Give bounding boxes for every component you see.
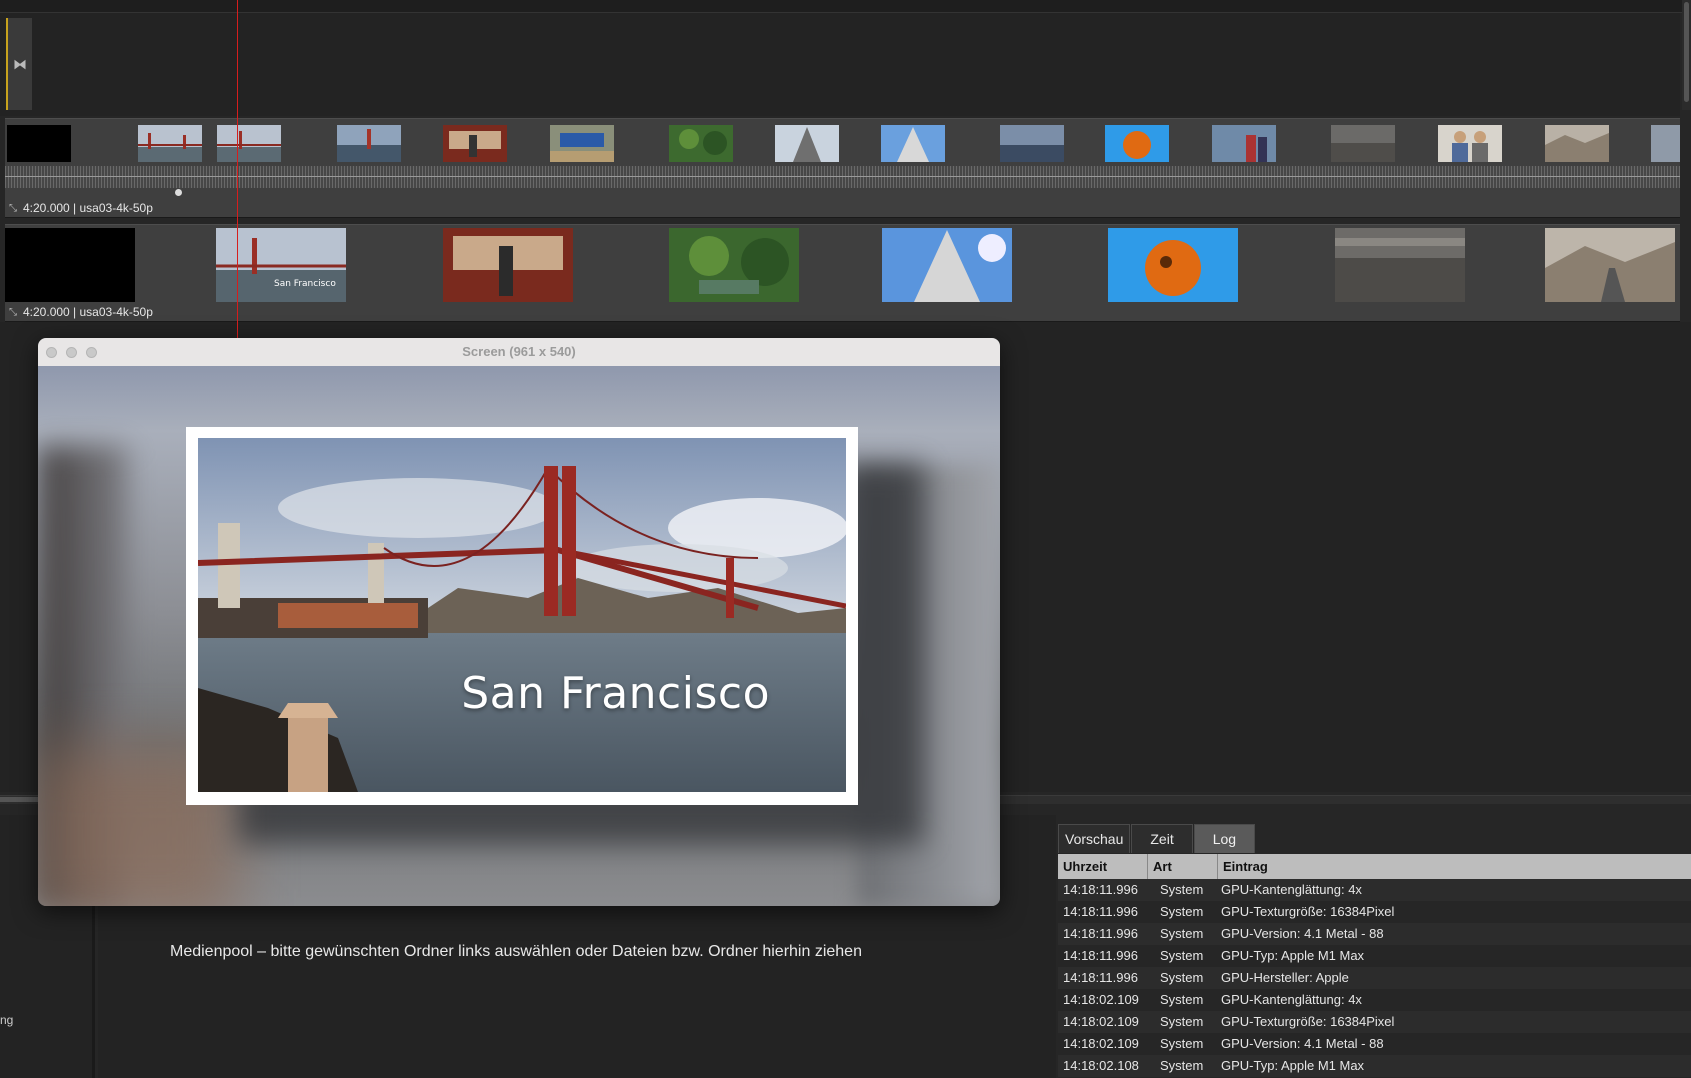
tab-time[interactable]: Zeit xyxy=(1131,824,1193,853)
volume-keyframe-handle[interactable] xyxy=(175,189,182,196)
upper-track-area xyxy=(0,13,1680,116)
window-title: Screen (961 x 540) xyxy=(462,344,576,359)
clip-thumbnail-couple[interactable] xyxy=(1438,125,1502,162)
clip-large-lion-art[interactable] xyxy=(1108,228,1238,302)
clip-thumbnail-lion-art[interactable] xyxy=(1105,125,1169,162)
waveform-center-line xyxy=(5,176,1680,177)
timeline-track-2[interactable]: San Francisco ⤡ 4:20.000 | usa03-4k-50p xyxy=(5,224,1680,322)
log-entry: GPU-Typ: Apple M1 Max xyxy=(1221,1058,1365,1073)
log-entry: GPU-Version: 4.1 Metal - 88 xyxy=(1221,926,1384,941)
clip-large-pyramid[interactable] xyxy=(882,228,1012,302)
log-type: System xyxy=(1160,1014,1204,1029)
log-type: System xyxy=(1160,1058,1204,1073)
timeline-track-1[interactable]: ⤡ 4:20.000 | usa03-4k-50p xyxy=(5,118,1680,218)
photo-title-overlay: San Francisco xyxy=(461,668,770,719)
log-table-body[interactable]: 14:18:11.996 System GPU-Kantenglättung: 4x… xyxy=(1058,879,1691,1077)
clip-thumbnail-rocks[interactable] xyxy=(1331,125,1395,162)
log-panel[interactable]: Vorschau Zeit Log Uhrzeit Art Eintrag 14… xyxy=(1058,822,1691,1078)
log-type: System xyxy=(1160,1036,1204,1051)
log-type: System xyxy=(1160,992,1204,1007)
log-time: 14:18:11.996 xyxy=(1063,904,1138,919)
log-row[interactable]: 14:18:11.996 System GPU-Version: 4.1 Metal… xyxy=(1058,923,1691,945)
clip-thumbnail-golden-gate-1[interactable] xyxy=(138,125,202,162)
clip-large-cable-car[interactable] xyxy=(443,228,573,302)
log-entry: GPU-Texturgröße: 16384Pixel xyxy=(1221,1014,1395,1029)
clip-large-golden-gate[interactable]: San Francisco xyxy=(216,228,346,302)
log-type: System xyxy=(1160,926,1204,941)
track-1-info: ⤡ 4:20.000 | usa03-4k-50p xyxy=(9,201,153,215)
clip-large-black[interactable] xyxy=(5,228,135,302)
golden-gate-photo: San Francisco xyxy=(198,438,846,792)
clip-thumbnail-pyramid-2[interactable] xyxy=(881,125,945,162)
tab-log[interactable]: Log xyxy=(1193,824,1256,853)
clip-large-garden[interactable] xyxy=(669,228,799,302)
log-entry: GPU-Texturgröße: 16384Pixel xyxy=(1221,904,1395,919)
log-time: 14:18:11.996 xyxy=(1063,970,1138,985)
top-toolbar-strip xyxy=(0,0,1691,13)
clip-thumbnail-partial[interactable] xyxy=(1651,125,1680,162)
log-row[interactable]: 14:18:02.109 System GPU-Texturgröße: 16384… xyxy=(1058,1011,1691,1033)
log-entry: GPU-Hersteller: Apple xyxy=(1221,970,1349,985)
log-row[interactable]: 14:18:02.108 System GPU-Typ: Apple M1 Max xyxy=(1058,1055,1691,1077)
clip-thumbnail-golden-gate-2[interactable] xyxy=(217,125,281,162)
clip-thumbnail-desert-road[interactable] xyxy=(1545,125,1609,162)
log-time: 14:18:11.996 xyxy=(1063,882,1138,897)
log-row[interactable]: 14:18:11.996 System GPU-Typ: Apple M1 Max xyxy=(1058,945,1691,967)
clip-thumbnail-cable-car[interactable] xyxy=(443,125,507,162)
splitter-handle[interactable] xyxy=(0,797,40,802)
log-entry: GPU-Kantenglättung: 4x xyxy=(1221,992,1362,1007)
log-type: System xyxy=(1160,882,1204,897)
media-pool-hint: Medienpool – bitte gewünschten Ordner li… xyxy=(170,943,862,960)
log-row[interactable]: 14:18:02.109 System GPU-Version: 4.1 Metal… xyxy=(1058,1033,1691,1055)
clip-thumbnail-people-coast[interactable] xyxy=(1212,125,1276,162)
log-table-header: Uhrzeit Art Eintrag xyxy=(1058,854,1691,879)
log-entry: GPU-Typ: Apple M1 Max xyxy=(1221,948,1365,963)
clip-thumbnail-pyramid-1[interactable] xyxy=(775,125,839,162)
clip-thumbnail-sign[interactable] xyxy=(550,125,614,162)
log-time: 14:18:02.109 xyxy=(1063,1014,1139,1029)
log-time: 14:18:02.108 xyxy=(1063,1058,1139,1073)
timeline-vertical-scrollbar[interactable] xyxy=(1682,0,1691,110)
column-header-time[interactable]: Uhrzeit xyxy=(1058,854,1148,879)
audio-waveform[interactable] xyxy=(5,166,1680,188)
timeline-start-marker[interactable]: ⧓ xyxy=(6,18,32,110)
track-1-label: 4:20.000 | usa03-4k-50p xyxy=(23,201,153,215)
log-row[interactable]: 14:18:11.996 System GPU-Texturgröße: 16384… xyxy=(1058,901,1691,923)
column-header-entry[interactable]: Eintrag xyxy=(1218,854,1691,879)
clip-thumbnail-black[interactable] xyxy=(7,125,71,162)
log-row[interactable]: 14:18:02.109 System GPU-Kantenglättung: 4x xyxy=(1058,989,1691,1011)
clip-thumbnail-garden[interactable] xyxy=(669,125,733,162)
expand-arrows-icon: ⤡ xyxy=(9,202,17,214)
svg-text:San Francisco: San Francisco xyxy=(274,279,336,289)
log-time: 14:18:11.996 xyxy=(1063,926,1138,941)
log-type: System xyxy=(1160,948,1204,963)
log-type: System xyxy=(1160,904,1204,919)
log-entry: GPU-Version: 4.1 Metal - 88 xyxy=(1221,1036,1384,1051)
clip-thumbnail-bridge[interactable] xyxy=(337,125,401,162)
track-2-info: ⤡ 4:20.000 | usa03-4k-50p xyxy=(9,305,153,319)
playhead[interactable] xyxy=(237,0,238,340)
screen-preview-window[interactable]: Screen (961 x 540) San Francisco xyxy=(38,338,1000,906)
tab-preview[interactable]: Vorschau xyxy=(1058,824,1131,853)
log-row[interactable]: 14:18:11.996 System GPU-Kantenglättung: 4x xyxy=(1058,879,1691,901)
track-2-label: 4:20.000 | usa03-4k-50p xyxy=(23,305,153,319)
log-type: System xyxy=(1160,970,1204,985)
scrollbar-thumb[interactable] xyxy=(1684,2,1689,102)
photo-frame: San Francisco xyxy=(186,427,858,805)
clip-thumbnail-bay[interactable] xyxy=(1000,125,1064,162)
log-entry: GPU-Kantenglättung: 4x xyxy=(1221,882,1362,897)
bowtie-icon: ⧓ xyxy=(13,55,27,72)
log-row[interactable]: 14:18:11.996 System GPU-Hersteller: Apple xyxy=(1058,967,1691,989)
log-time: 14:18:02.109 xyxy=(1063,992,1139,1007)
expand-arrows-icon: ⤡ xyxy=(9,306,17,318)
clip-large-rocks[interactable] xyxy=(1335,228,1465,302)
window-titlebar[interactable]: Screen (961 x 540) xyxy=(38,338,1000,367)
column-header-type[interactable]: Art xyxy=(1148,854,1218,879)
preview-canvas: San Francisco xyxy=(38,366,1000,906)
folder-tree-fragment-2[interactable]: ng xyxy=(0,1013,13,1027)
panel-tabs: Vorschau Zeit Log xyxy=(1058,824,1256,854)
clip-large-desert-road[interactable] xyxy=(1545,228,1675,302)
log-time: 14:18:02.109 xyxy=(1063,1036,1139,1051)
log-time: 14:18:11.996 xyxy=(1063,948,1138,963)
